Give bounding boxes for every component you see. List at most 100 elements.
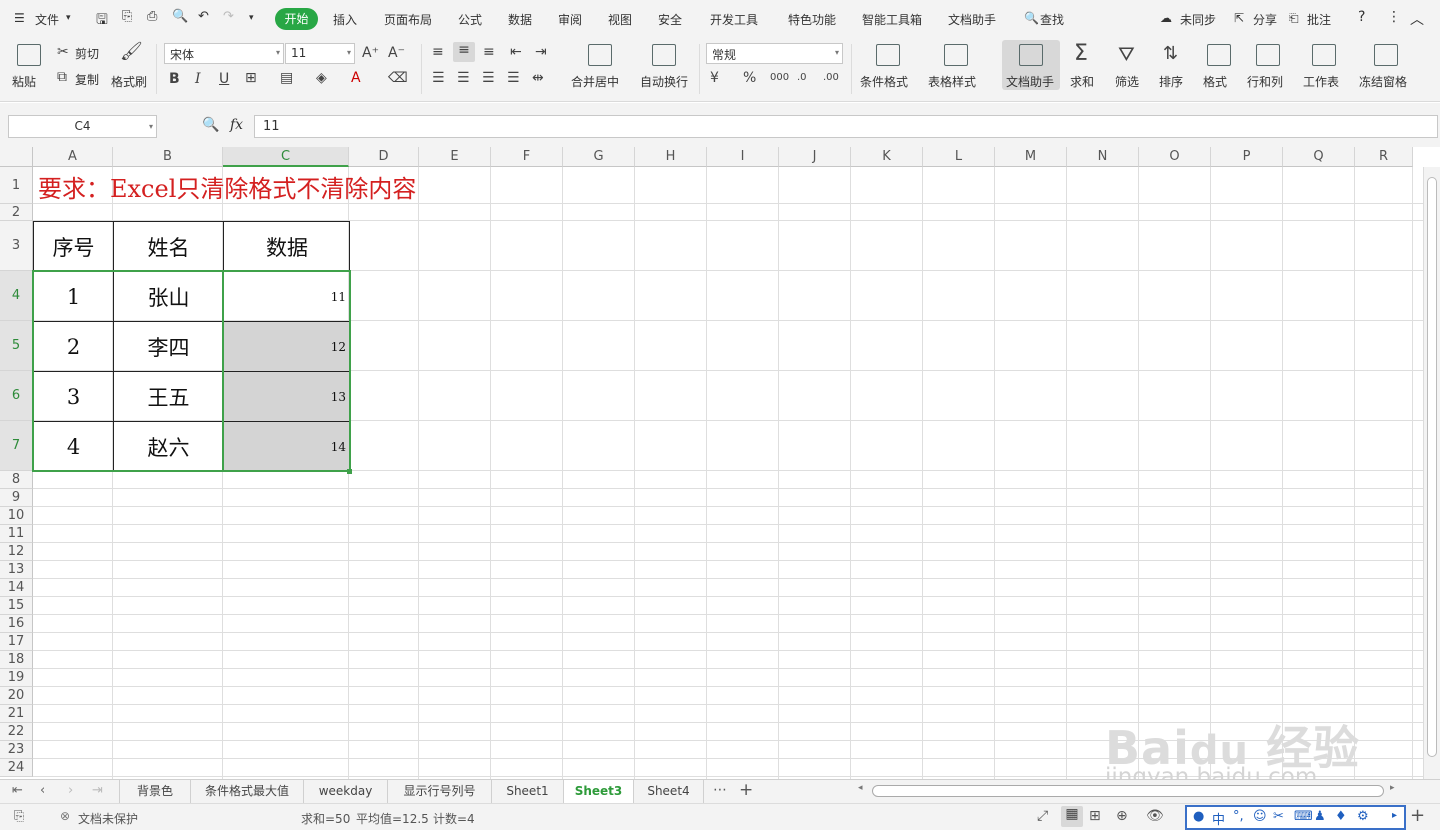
align-middle-icon[interactable]: ≡ <box>453 42 475 62</box>
fill-handle[interactable] <box>347 469 352 474</box>
horizontal-scrollbar[interactable]: ◂ ▸ <box>858 783 1400 798</box>
chevron-down-icon[interactable]: ▾ <box>66 13 71 23</box>
ime-punct-icon[interactable]: °, <box>1233 809 1244 824</box>
border-icon[interactable]: ⊞ <box>245 70 257 86</box>
row-header-12[interactable]: 12 <box>0 543 33 561</box>
help-icon[interactable]: ? <box>1358 9 1365 25</box>
paste-icon[interactable] <box>17 44 41 66</box>
doc-assistant-button[interactable]: 文档助手 <box>1006 73 1054 90</box>
prev-sheet-icon[interactable]: ‹ <box>40 783 45 798</box>
format-icon[interactable] <box>1207 44 1231 66</box>
italic-icon[interactable]: I <box>195 71 201 87</box>
copy-icon[interactable]: ⧉ <box>57 69 67 85</box>
cell-name[interactable]: 李四 <box>114 322 223 371</box>
align-center-icon[interactable]: ☰ <box>457 70 470 86</box>
sigma-icon[interactable]: Σ <box>1074 42 1088 66</box>
row-header-3[interactable]: 3 <box>0 221 33 271</box>
format-button[interactable]: 格式 <box>1203 73 1227 90</box>
row-header-11[interactable]: 11 <box>0 525 33 543</box>
row-header-5[interactable]: 5 <box>0 321 33 371</box>
worksheet-icon[interactable] <box>1312 44 1336 66</box>
column-header-n[interactable]: N <box>1067 147 1139 167</box>
cell-no[interactable]: 2 <box>34 322 113 371</box>
paste-button[interactable]: 粘贴 <box>12 73 36 90</box>
cloud-icon[interactable]: ☁ <box>1160 11 1172 25</box>
column-header-b[interactable]: B <box>113 147 223 167</box>
cell-name[interactable]: 王五 <box>114 372 223 421</box>
thousands-icon[interactable]: 000 <box>770 70 789 86</box>
select-all-corner[interactable] <box>0 147 33 167</box>
status-sum[interactable]: 求和=50 <box>301 810 350 827</box>
protect-status[interactable]: 文档未保护 <box>78 810 138 827</box>
column-header-p[interactable]: P <box>1211 147 1283 167</box>
bold-icon[interactable]: B <box>169 71 180 87</box>
font-name-select[interactable]: 宋体 ▾ <box>164 43 284 64</box>
sort-button[interactable]: 排序 <box>1159 73 1183 90</box>
quick-access-dropdown-icon[interactable]: ▾ <box>249 13 254 23</box>
column-header-l[interactable]: L <box>923 147 995 167</box>
doc-share-icon[interactable]: ⎘ <box>14 809 24 824</box>
row-header-13[interactable]: 13 <box>0 561 33 579</box>
row-header-20[interactable]: 20 <box>0 687 33 705</box>
sheet-tab[interactable]: Sheet1 <box>492 780 564 803</box>
preview-icon[interactable]: 🔍 <box>172 9 188 24</box>
annotate-icon[interactable]: ⎗ <box>1289 11 1299 26</box>
sheet-tab[interactable]: 显示行号列号 <box>388 780 492 803</box>
eye-protection-icon[interactable]: 👁 <box>1146 808 1164 824</box>
row-header-8[interactable]: 8 <box>0 471 33 489</box>
font-size-select[interactable]: 11 ▾ <box>285 43 355 64</box>
page-break-view-icon[interactable]: ⊞ <box>1089 808 1101 824</box>
row-header-24[interactable]: 24 <box>0 759 33 777</box>
indent-decrease-icon[interactable]: ⇤ <box>510 44 522 60</box>
row-header-7[interactable]: 7 <box>0 421 33 471</box>
unsync-button[interactable]: 未同步 <box>1180 11 1216 28</box>
column-header-h[interactable]: H <box>635 147 707 167</box>
redo-icon[interactable]: ↷ <box>223 9 234 24</box>
column-header-o[interactable]: O <box>1139 147 1211 167</box>
indent-increase-icon[interactable]: ⇥ <box>535 44 547 60</box>
freeze-panes-button[interactable]: 冻结窗格 <box>1359 73 1407 90</box>
percent-icon[interactable]: % <box>743 70 756 86</box>
annotate-button[interactable]: 批注 <box>1307 11 1331 28</box>
sheet-title[interactable]: 要求：Excel只清除格式不清除内容 <box>38 168 416 204</box>
column-header-g[interactable]: G <box>563 147 635 167</box>
zoom-formula-icon[interactable]: 🔍 <box>202 117 219 133</box>
number-format-select[interactable]: 常规 ▾ <box>706 43 843 64</box>
last-sheet-icon[interactable]: ⇥ <box>92 783 103 798</box>
sort-icon[interactable]: ⇅ <box>1163 42 1178 66</box>
format-painter-icon[interactable]: 🖌 <box>120 43 143 61</box>
freeze-panes-icon[interactable] <box>1374 44 1398 66</box>
wrap-text-icon[interactable] <box>652 44 676 66</box>
scissors-icon[interactable]: ✂ <box>57 44 69 60</box>
column-header-e[interactable]: E <box>419 147 491 167</box>
tab-view[interactable]: 视图 <box>608 11 632 28</box>
table-style-icon[interactable] <box>944 44 968 66</box>
cell-name[interactable]: 张山 <box>114 272 223 321</box>
reading-view-icon[interactable]: ⊕ <box>1116 808 1128 824</box>
underline-icon[interactable]: U <box>219 71 229 87</box>
align-right-icon[interactable]: ☰ <box>482 70 495 86</box>
add-sheet-icon[interactable]: + <box>739 780 753 800</box>
tab-home[interactable]: 开始 <box>275 8 318 30</box>
status-count[interactable]: 计数=4 <box>433 810 475 827</box>
next-sheet-icon[interactable]: › <box>68 783 73 798</box>
row-header-17[interactable]: 17 <box>0 633 33 651</box>
tab-developer[interactable]: 开发工具 <box>710 11 758 28</box>
normal-view-icon[interactable]: ▦ <box>1061 806 1083 827</box>
row-header-16[interactable]: 16 <box>0 615 33 633</box>
ime-emoji-icon[interactable]: ☺ <box>1253 809 1267 824</box>
ime-tool-icon[interactable]: ✂ <box>1273 809 1284 824</box>
collapse-ribbon-icon[interactable]: ︿ <box>1410 9 1424 29</box>
conditional-format-button[interactable]: 条件格式 <box>860 73 908 90</box>
align-left-icon[interactable]: ☰ <box>432 70 445 86</box>
align-top-icon[interactable]: ≡ <box>432 44 444 60</box>
ime-toolbar[interactable]: ● 中 °, ☺ ✂ ⌨ ♟ ♦ ⚙ ▸ <box>1185 805 1406 830</box>
row-header-23[interactable]: 23 <box>0 741 33 759</box>
header-cell-data[interactable]: 数据 <box>224 222 350 271</box>
column-header-f[interactable]: F <box>491 147 563 167</box>
cut-button[interactable]: 剪切 <box>75 45 99 62</box>
font-color-icon[interactable]: A <box>351 70 361 86</box>
menu-icon[interactable]: ☰ <box>14 11 25 25</box>
tab-page-layout[interactable]: 页面布局 <box>384 11 432 28</box>
file-menu[interactable]: 文件 <box>35 11 59 28</box>
